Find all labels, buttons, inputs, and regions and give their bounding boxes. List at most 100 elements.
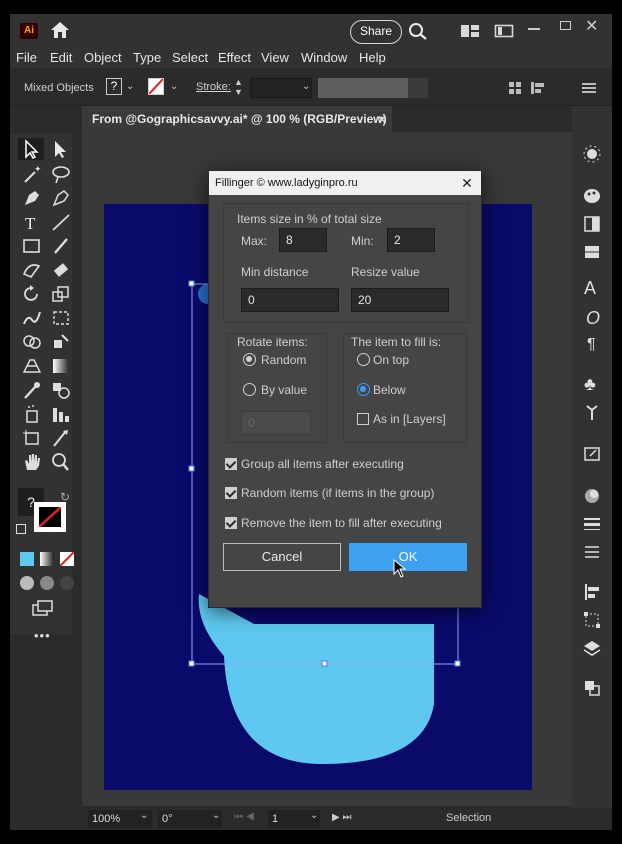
default-colors-icon[interactable] <box>16 524 26 534</box>
chevron-down-icon[interactable]: ⌄ <box>140 810 148 821</box>
swatches-icon[interactable] <box>582 214 602 234</box>
max-input[interactable]: 8 <box>279 228 327 252</box>
random-items-checkbox[interactable] <box>225 487 237 499</box>
profile-dropdown[interactable] <box>408 78 428 98</box>
chevron-down-icon[interactable]: ⌄ <box>302 81 310 92</box>
chevron-down-icon[interactable]: ⌄ <box>170 81 178 92</box>
fill-swatch[interactable]: ? <box>106 78 122 95</box>
remove-item-checkbox[interactable] <box>225 517 237 529</box>
slice-tool-icon[interactable] <box>50 428 72 448</box>
min-input[interactable]: 2 <box>387 228 435 252</box>
min-distance-input[interactable]: 0 <box>241 288 339 312</box>
selection-handle[interactable] <box>321 660 328 667</box>
maximize-icon[interactable] <box>560 21 571 30</box>
hand-tool-icon[interactable] <box>21 452 43 472</box>
close-document-icon[interactable]: × <box>378 106 386 132</box>
column-graph-icon[interactable] <box>50 404 72 424</box>
selection-handle[interactable] <box>188 280 195 287</box>
selection-handle[interactable] <box>454 660 461 667</box>
rotate-tool-icon[interactable] <box>21 284 43 304</box>
brushes-panel-icon[interactable] <box>582 402 602 422</box>
menu-select[interactable]: Select <box>172 50 208 65</box>
next-artboard-icon[interactable]: ▶ ⏭ <box>332 812 351 823</box>
document-tab[interactable]: From @Gographicsavvy.ai* @ 100 % (RGB/Pr… <box>82 106 392 132</box>
workspace-icon[interactable] <box>460 22 480 40</box>
export-panel-icon[interactable] <box>582 444 602 464</box>
stroke-stepper[interactable]: ▲ ▼ <box>234 77 243 97</box>
fill-on-top-radio[interactable] <box>357 353 370 366</box>
search-icon[interactable] <box>408 22 428 40</box>
rotate-random-radio[interactable] <box>243 353 256 366</box>
opentype-panel-icon[interactable]: O <box>586 308 600 329</box>
draw-inside-icon[interactable] <box>60 576 74 590</box>
remove-item-label[interactable]: Remove the item to fill after executing <box>241 516 442 530</box>
chevron-down-icon[interactable]: ⌄ <box>126 81 134 92</box>
random-items-label[interactable]: Random items (if items in the group) <box>241 486 434 500</box>
shape-builder-icon[interactable] <box>21 332 43 352</box>
menu-file[interactable]: File <box>16 50 37 65</box>
panel-layout-icon[interactable] <box>494 22 514 40</box>
artboard-tool-icon[interactable] <box>21 428 43 448</box>
stroke-color-swatch[interactable] <box>34 502 66 532</box>
rectangle-tool-icon[interactable] <box>21 236 43 256</box>
rotate-by-value-radio[interactable] <box>243 383 256 396</box>
screen-mode-icon[interactable] <box>32 600 54 618</box>
type-tool-icon[interactable]: T <box>21 212 43 232</box>
draw-normal-icon[interactable] <box>20 576 34 590</box>
live-paint-icon[interactable] <box>50 332 72 352</box>
rotate-random-label[interactable]: Random <box>261 353 306 367</box>
eraser-icon[interactable] <box>50 260 72 280</box>
none-mode-icon[interactable] <box>59 551 75 567</box>
layers-panel-icon[interactable] <box>582 638 602 658</box>
group-items-checkbox[interactable] <box>225 458 237 470</box>
stroke-panel-icon[interactable] <box>582 514 602 534</box>
share-button[interactable]: Share <box>350 20 402 44</box>
gradient-mode-icon[interactable] <box>40 552 54 566</box>
gradient-tool-icon[interactable] <box>50 356 72 376</box>
character-panel-icon[interactable]: A <box>584 278 596 299</box>
menu-effect[interactable]: Effect <box>218 50 251 65</box>
rotate-by-value-label[interactable]: By value <box>261 383 307 397</box>
direct-selection-icon[interactable] <box>50 139 72 159</box>
stroke-label[interactable]: Stroke: <box>196 81 231 93</box>
properties-panel-icon[interactable] <box>582 542 602 562</box>
curvature-tool-icon[interactable] <box>50 188 72 208</box>
warp-tool-icon[interactable] <box>21 308 43 328</box>
menu-icon[interactable] <box>582 82 596 94</box>
stroke-swatch[interactable] <box>148 78 164 95</box>
menu-window[interactable]: Window <box>301 50 347 65</box>
paintbrush-icon[interactable] <box>50 236 72 256</box>
blend-tool-icon[interactable] <box>50 380 72 400</box>
align-icon[interactable] <box>508 81 522 95</box>
paragraph-panel-icon[interactable]: ¶ <box>587 336 596 354</box>
shaper-tool-icon[interactable] <box>21 260 43 280</box>
symbol-sprayer-icon[interactable] <box>21 404 43 424</box>
perspective-grid-icon[interactable] <box>21 356 43 376</box>
fill-on-top-label[interactable]: On top <box>373 353 409 367</box>
symbols-panel-icon[interactable]: ♣ <box>584 374 596 395</box>
chevron-down-icon[interactable]: ⌄ <box>212 810 220 821</box>
appearance-panel-icon[interactable] <box>582 486 602 506</box>
free-transform-icon[interactable] <box>50 308 72 328</box>
eyedropper-icon[interactable] <box>21 380 43 400</box>
as-in-layers-label[interactable]: As in [Layers] <box>373 412 446 426</box>
ok-button[interactable]: OK <box>349 543 467 571</box>
menu-view[interactable]: View <box>261 50 289 65</box>
align-panel-icon[interactable] <box>582 582 602 602</box>
close-icon[interactable]: ✕ <box>459 171 475 195</box>
scale-tool-icon[interactable] <box>50 284 72 304</box>
minimize-icon[interactable] <box>528 28 540 30</box>
line-tool-icon[interactable] <box>50 212 72 232</box>
selection-tool-icon[interactable] <box>21 139 43 159</box>
brightness-icon[interactable] <box>582 144 602 164</box>
selection-handle[interactable] <box>188 465 195 472</box>
color-palette-icon[interactable] <box>582 186 602 206</box>
fill-below-label[interactable]: Below <box>373 383 406 397</box>
more-tools-icon[interactable]: ••• <box>34 628 51 643</box>
selection-handle[interactable] <box>188 660 195 667</box>
variable-width-profile[interactable] <box>318 78 408 98</box>
chevron-down-icon[interactable]: ⌄ <box>310 810 318 821</box>
close-window-icon[interactable]: ✕ <box>585 16 598 36</box>
fill-below-radio[interactable] <box>357 383 370 396</box>
transform-icon[interactable] <box>530 81 546 95</box>
